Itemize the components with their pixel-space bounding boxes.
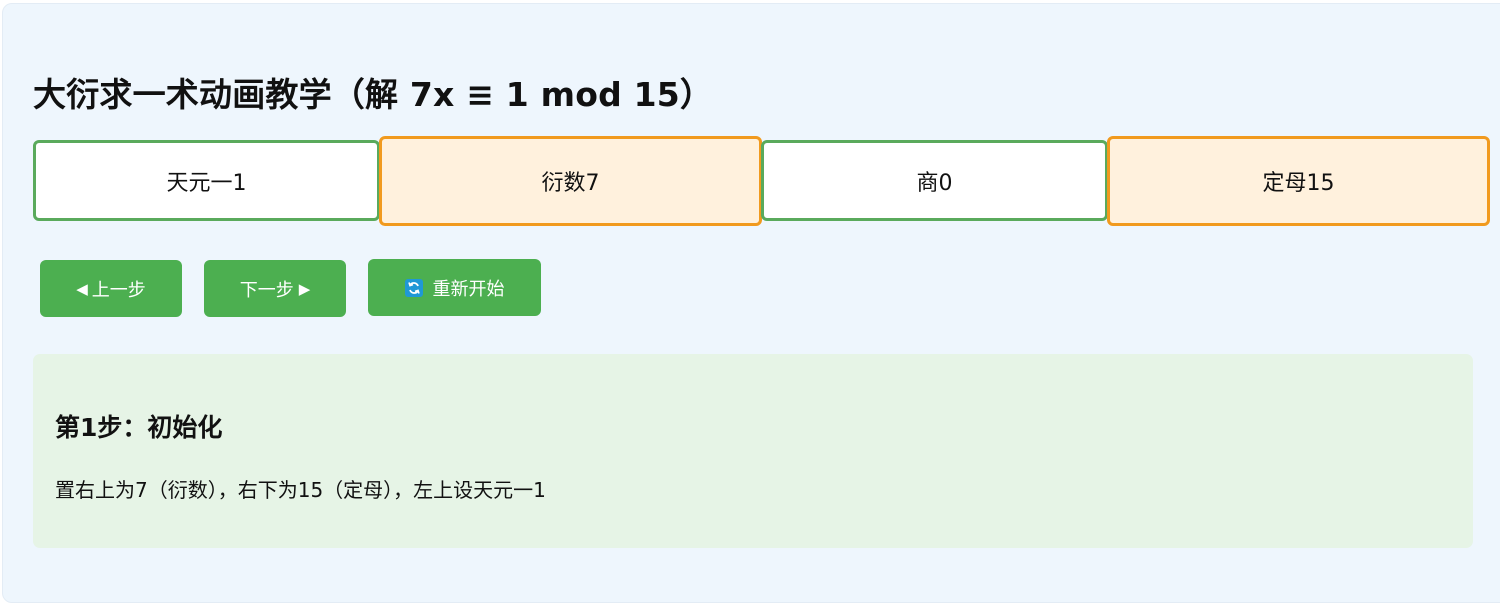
refresh-icon xyxy=(404,278,423,297)
cell-yanshu: 衍数7 xyxy=(379,136,762,226)
step-description: 置右上为7（衍数），右下为15（定母），左上设天元一1 xyxy=(55,478,546,502)
cell-shang: 商0 xyxy=(761,140,1108,221)
cell-label: 衍数7 xyxy=(541,171,600,196)
cell-label: 定母15 xyxy=(1262,171,1335,196)
step-info-panel: 第1步：初始化 置右上为7（衍数），右下为15（定母），左上设天元一1 xyxy=(33,354,1473,548)
next-step-label: 下一步 xyxy=(239,279,294,301)
next-step-button[interactable]: 下一步 ▶ xyxy=(204,260,346,317)
restart-label: 重新开始 xyxy=(432,278,505,300)
triangle-right-icon: ▶ xyxy=(298,279,311,298)
prev-step-button[interactable]: ◀ 上一步 xyxy=(40,260,182,317)
cell-dingmu: 定母15 xyxy=(1107,136,1490,226)
cell-label: 天元一1 xyxy=(166,170,247,196)
prev-step-label: 上一步 xyxy=(91,279,146,301)
step-title: 第1步：初始化 xyxy=(55,413,223,442)
triangle-left-icon: ◀ xyxy=(76,279,88,298)
restart-button[interactable]: 重新开始 xyxy=(368,259,541,316)
cell-label: 商0 xyxy=(916,170,953,196)
cell-tianyuan: 天元一1 xyxy=(33,140,380,221)
page-title: 大衍求一术动画教学（解 7x ≡ 1 mod 15） xyxy=(33,75,714,114)
